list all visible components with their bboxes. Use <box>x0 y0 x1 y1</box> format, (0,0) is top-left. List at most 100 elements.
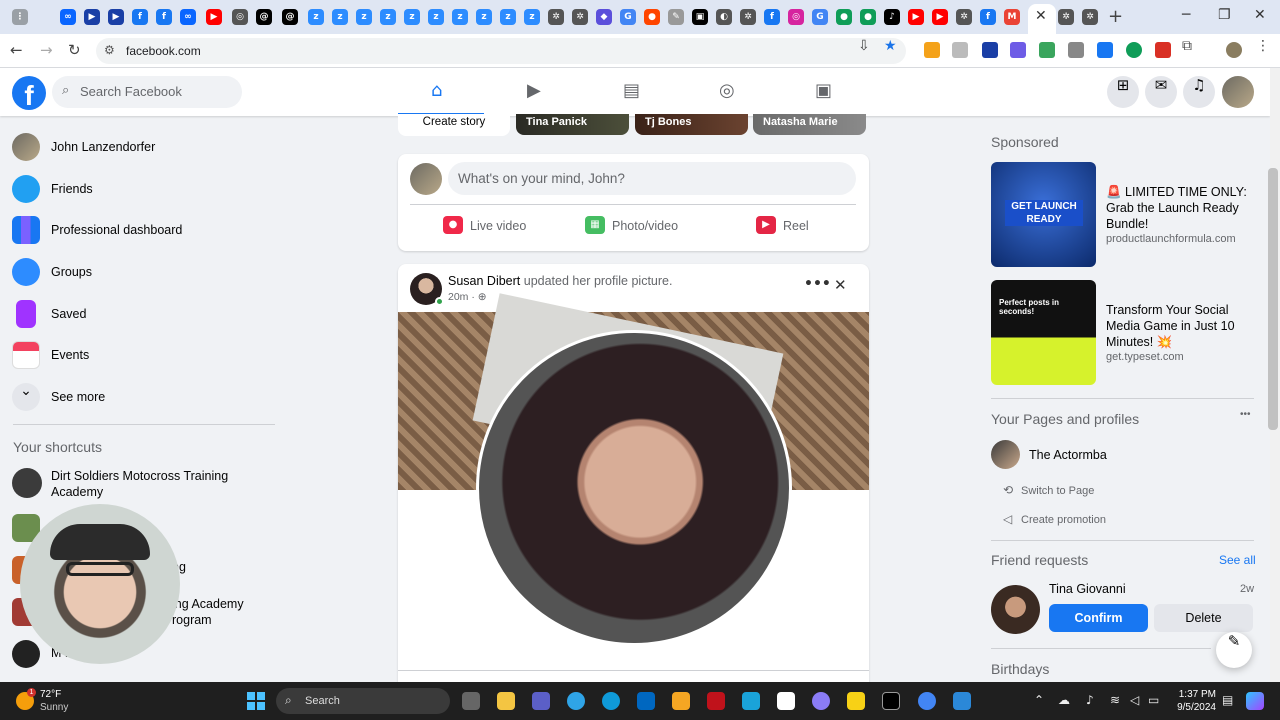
tab-icon[interactable]: ⋮ <box>12 9 28 25</box>
profile-avatar-icon[interactable] <box>1226 42 1242 58</box>
story-card[interactable]: Tina Panick <box>516 114 629 135</box>
taskbar-search[interactable]: ⌕ Search <box>276 688 450 714</box>
extensions-puzzle-icon[interactable]: ⧉ <box>1182 38 1192 54</box>
facebook-tab-icon[interactable]: f <box>764 9 780 25</box>
app-icon[interactable] <box>953 692 971 710</box>
zoom-tab-icon[interactable]: z <box>500 9 516 25</box>
mcafee-icon[interactable] <box>707 692 725 710</box>
post-author[interactable]: Susan Dibert <box>448 274 520 288</box>
avatar[interactable] <box>991 440 1020 469</box>
facebook-tab-icon[interactable]: f <box>980 9 996 25</box>
avatar[interactable] <box>991 585 1040 634</box>
confirm-button[interactable]: Confirm <box>1049 604 1148 632</box>
more-options-icon[interactable]: ••• <box>804 276 831 292</box>
sidebar-item-friends[interactable]: Friends <box>12 173 272 209</box>
tiktok-tab-icon[interactable]: ♪ <box>884 9 900 25</box>
account-avatar[interactable] <box>1222 76 1254 108</box>
extension-icon[interactable] <box>982 42 998 58</box>
chrome-icon[interactable] <box>918 692 936 710</box>
onedrive-icon[interactable]: ☁ <box>1058 693 1070 707</box>
avatar[interactable] <box>410 163 442 195</box>
friend-request-name[interactable]: Tina Giovanni <box>1049 582 1126 596</box>
app-icon[interactable] <box>672 692 690 710</box>
threads-tab-icon[interactable]: @ <box>282 9 298 25</box>
switch-to-page-link[interactable]: ⟲ Switch to Page <box>1003 483 1094 497</box>
app-icon[interactable] <box>882 692 900 710</box>
zoom-tab-icon[interactable]: z <box>524 9 540 25</box>
task-view-icon[interactable] <box>462 692 480 710</box>
search-input[interactable]: ⌕ Search Facebook <box>52 76 242 108</box>
create-promotion-link[interactable]: ◁ Create promotion <box>1003 512 1106 526</box>
back-icon[interactable]: ← <box>10 41 23 59</box>
volume-icon[interactable]: ◁ <box>1130 693 1139 707</box>
gmail-tab-icon[interactable]: M <box>1004 9 1020 25</box>
file-explorer-icon[interactable] <box>497 692 515 710</box>
tab-icon[interactable]: ◆ <box>596 9 612 25</box>
messenger-icon[interactable]: ✉ <box>1145 76 1177 108</box>
minimize-button[interactable]: ─ <box>1182 7 1190 23</box>
battery-icon[interactable]: ▭ <box>1148 693 1159 707</box>
new-tab-button[interactable]: + <box>1108 6 1123 27</box>
openai-tab-icon[interactable]: ✲ <box>956 9 972 25</box>
teams-icon[interactable] <box>532 692 550 710</box>
tab-icon[interactable]: ▶ <box>108 9 124 25</box>
tab-icon[interactable]: ▶ <box>84 9 100 25</box>
restore-button[interactable]: ❐ <box>1218 7 1231 23</box>
copilot-icon[interactable] <box>1246 692 1264 710</box>
zoom-tab-icon[interactable]: z <box>428 9 444 25</box>
tab-icon[interactable]: ● <box>836 9 852 25</box>
extension-icon[interactable] <box>1097 42 1113 58</box>
microphone-icon[interactable]: ♪ <box>1086 693 1094 707</box>
tab-home[interactable]: ⌂ <box>398 68 484 116</box>
extension-icon[interactable] <box>924 42 940 58</box>
composer-input[interactable]: What's on your mind, John? <box>448 162 856 195</box>
extension-icon[interactable] <box>1010 42 1026 58</box>
install-app-icon[interactable]: ⇩ <box>858 38 870 54</box>
extension-icon[interactable] <box>952 42 968 58</box>
tab-icon[interactable]: ▣ <box>692 9 708 25</box>
zoom-tab-icon[interactable]: z <box>332 9 348 25</box>
ad-url[interactable]: productlaunchformula.com <box>1106 233 1236 245</box>
shortcut-item[interactable]: Dirt Soldiers Motocross Training Academy <box>12 466 272 506</box>
pages-more-icon[interactable]: ••• <box>1240 409 1251 420</box>
instagram-tab-icon[interactable]: ◎ <box>788 9 804 25</box>
sidebar-see-more[interactable]: ⌄ See more <box>12 381 272 417</box>
zoom-tab-icon[interactable]: z <box>476 9 492 25</box>
site-info-icon[interactable]: ⚙ <box>104 43 115 57</box>
reload-icon[interactable]: ↻ <box>68 41 81 59</box>
google-tab-icon[interactable]: G <box>620 9 636 25</box>
zoom-tab-icon[interactable]: z <box>356 9 372 25</box>
app-icon[interactable] <box>567 692 585 710</box>
meta-tab-icon[interactable]: ∞ <box>60 9 76 25</box>
start-button[interactable] <box>247 692 265 710</box>
sidebar-item-professional-dashboard[interactable]: Professional dashboard <box>12 214 272 250</box>
ad-image[interactable]: Perfect posts in seconds! <box>991 280 1096 385</box>
openai-tab-icon[interactable]: ✲ <box>1082 9 1098 25</box>
app-icon[interactable] <box>812 692 830 710</box>
forward-icon[interactable]: → <box>40 41 53 59</box>
openai-tab-icon[interactable]: ✲ <box>740 9 756 25</box>
clock[interactable]: 1:37 PM 9/5/2024 <box>1168 688 1216 714</box>
edge-icon[interactable] <box>602 692 620 710</box>
bookmark-star-icon[interactable]: ★ <box>884 38 897 54</box>
tray-chevron-icon[interactable]: ⌃ <box>1034 693 1044 707</box>
youtube-tab-icon[interactable]: ▶ <box>908 9 924 25</box>
story-card[interactable]: Natasha Marie <box>753 114 866 135</box>
scrollbar-thumb[interactable] <box>1268 168 1278 430</box>
youtube-tab-icon[interactable]: ▶ <box>206 9 222 25</box>
ad-title[interactable]: 🚨 LIMITED TIME ONLY: Grab the Launch Rea… <box>1106 184 1256 232</box>
close-icon[interactable]: ✕ <box>834 276 847 294</box>
tab-video[interactable]: ▶ <box>494 68 580 116</box>
tab-icon[interactable]: ◎ <box>232 9 248 25</box>
tab-marketplace[interactable]: ▤ <box>590 68 676 116</box>
delete-button[interactable]: Delete <box>1154 604 1253 632</box>
sidebar-item-profile[interactable]: John Lanzendorfer <box>12 131 272 167</box>
ad-url[interactable]: get.typeset.com <box>1106 351 1184 363</box>
zoom-tab-icon[interactable]: z <box>404 9 420 25</box>
reddit-tab-icon[interactable]: ● <box>644 9 660 25</box>
close-window-button[interactable]: ✕ <box>1254 7 1266 23</box>
tab-close-icon[interactable]: ✕ <box>1035 8 1047 24</box>
profile-picture[interactable] <box>476 330 792 646</box>
see-all-link[interactable]: See all <box>1219 553 1256 567</box>
tab-feeds[interactable]: ▣ <box>782 68 868 116</box>
